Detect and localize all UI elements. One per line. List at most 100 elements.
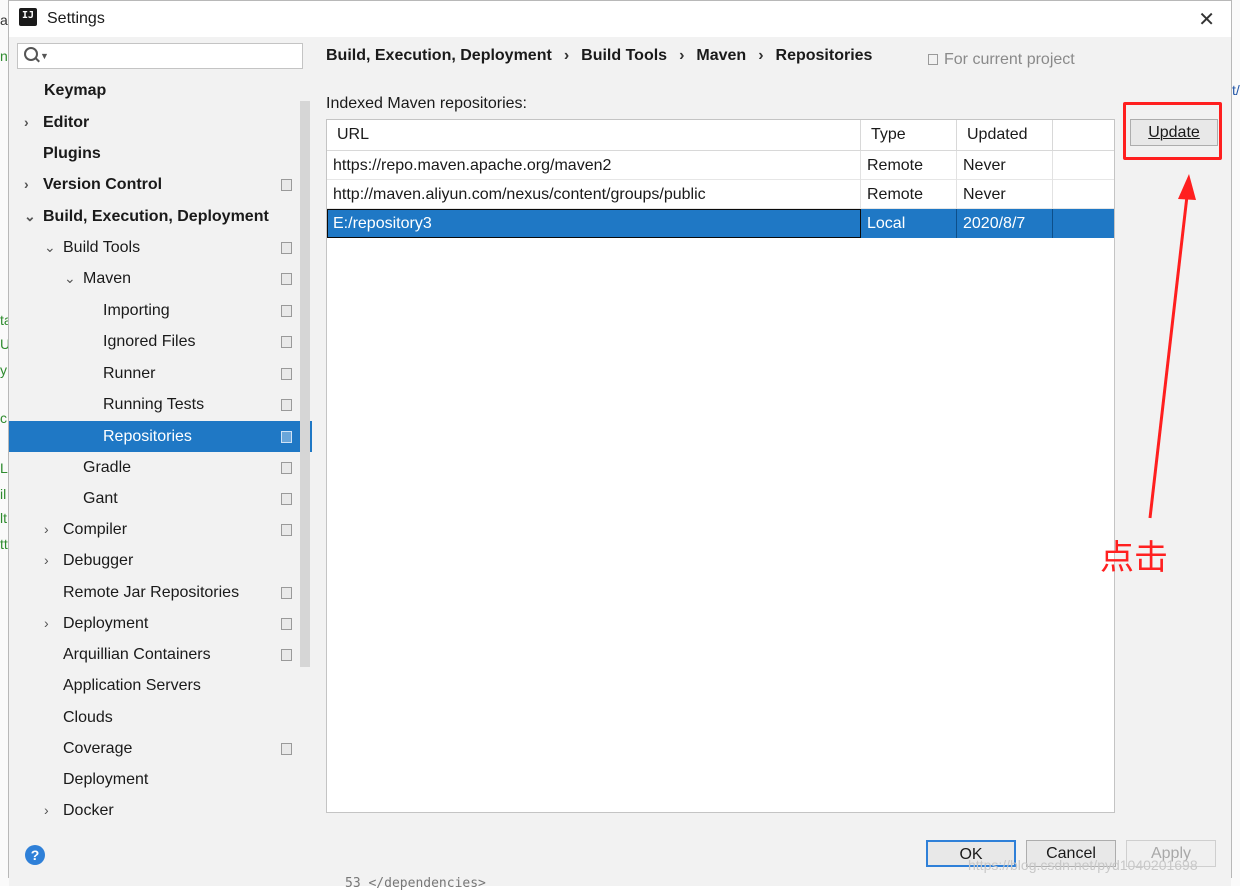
column-header-type[interactable]: Type — [861, 120, 957, 150]
sidebar-item-label: Ignored Files — [103, 333, 196, 350]
breadcrumb-item: Build Tools — [581, 47, 668, 64]
sidebar-item-label: Version Control — [43, 176, 163, 193]
table-row[interactable]: http://maven.aliyun.com/nexus/content/gr… — [327, 180, 1114, 209]
project-scope-icon — [278, 239, 292, 254]
chevron-right-icon[interactable]: › — [44, 608, 49, 639]
sidebar-item-label: Docker — [63, 802, 114, 819]
sidebar-item-label: Maven — [83, 270, 132, 287]
sidebar-item-runner[interactable]: Runner — [9, 358, 312, 389]
sidebar-item-maven[interactable]: ⌄ Maven — [9, 263, 312, 294]
sidebar-scrollbar[interactable] — [300, 101, 310, 667]
sidebar-item-label: Running Tests — [103, 396, 205, 413]
search-field[interactable]: ▼ — [17, 43, 303, 69]
project-scope-icon — [278, 490, 292, 505]
search-history-icon[interactable]: ▼ — [40, 51, 49, 61]
sidebar-item-label: Clouds — [63, 709, 113, 726]
sidebar-item-keymap[interactable]: Keymap — [9, 75, 312, 106]
project-scope-icon — [278, 615, 292, 630]
project-scope-icon — [278, 584, 292, 599]
watermark: https://blog.csdn.net/pyd1040201698 — [968, 857, 1198, 873]
sidebar-item-repositories[interactable]: Repositories — [9, 421, 312, 452]
column-header-updated[interactable]: Updated — [957, 120, 1053, 150]
sidebar-item-label: Deployment — [63, 615, 149, 632]
sidebar-item-label: Plugins — [43, 145, 101, 162]
search-icon — [24, 47, 38, 61]
project-scope-icon — [278, 521, 292, 536]
sidebar-item-label: Build Tools — [63, 239, 141, 256]
sidebar-item-label: Build, Execution, Deployment — [43, 208, 269, 225]
sidebar-item-version-control[interactable]: › Version Control — [9, 169, 312, 200]
cell-url: E:/repository3 — [327, 209, 861, 238]
sidebar-item-label: Keymap — [44, 82, 107, 99]
sidebar-item-build-execution-deployment[interactable]: ⌄ Build, Execution, Deployment — [9, 201, 312, 232]
chevron-right-icon[interactable]: › — [44, 514, 49, 545]
scope-note-text: For current project — [944, 51, 1075, 68]
sidebar-item-compiler[interactable]: › Compiler — [9, 514, 312, 545]
sidebar-item-docker[interactable]: › Docker — [9, 795, 312, 826]
bg-fragment: t/ — [1232, 82, 1240, 98]
sidebar-item-importing[interactable]: Importing — [9, 295, 312, 326]
sidebar-item-build-tools[interactable]: ⌄ Build Tools — [9, 232, 312, 263]
window-title: Settings — [47, 10, 105, 27]
sidebar-item-gant[interactable]: Gant — [9, 483, 312, 514]
table-row-selected[interactable]: E:/repository3 Local 2020/8/7 — [327, 209, 1114, 238]
sidebar-item-label: Editor — [43, 114, 90, 131]
sidebar-item-debugger[interactable]: › Debugger — [9, 545, 312, 576]
project-scope-icon — [278, 270, 292, 285]
sidebar-item-running-tests[interactable]: Running Tests — [9, 389, 312, 420]
sidebar-item-label: Coverage — [63, 740, 133, 757]
sidebar-item-plugins[interactable]: Plugins — [9, 138, 312, 169]
cell-url: https://repo.maven.apache.org/maven2 — [327, 151, 861, 180]
breadcrumb-item: Repositories — [775, 47, 873, 64]
sidebar-item-remote-jar-repositories[interactable]: Remote Jar Repositories — [9, 577, 312, 608]
intellij-icon: IJ — [17, 6, 39, 28]
chevron-right-icon[interactable]: › — [24, 169, 29, 200]
bg-fragment: tt — [0, 536, 8, 552]
breadcrumb-item: Maven — [696, 47, 747, 64]
chevron-right-icon[interactable]: › — [24, 107, 29, 138]
breadcrumb-separator: › — [758, 47, 764, 64]
sidebar-item-label: Remote Jar Repositories — [63, 584, 240, 601]
project-scope-icon — [278, 428, 292, 443]
project-scope-icon — [278, 333, 292, 348]
sidebar-item-editor[interactable]: › Editor — [9, 107, 312, 138]
cell-type: Local — [861, 209, 957, 238]
sidebar-item-arquillian-containers[interactable]: Arquillian Containers — [9, 639, 312, 670]
sidebar-item-deployment-2[interactable]: Deployment — [9, 764, 312, 795]
close-icon[interactable]: ✕ — [1198, 7, 1215, 32]
cell-updated: Never — [957, 180, 1053, 209]
sidebar-item-label: Gradle — [83, 459, 132, 476]
chevron-down-icon[interactable]: ⌄ — [24, 201, 36, 232]
sidebar-item-deployment[interactable]: › Deployment — [9, 608, 312, 639]
help-icon[interactable]: ? — [25, 845, 45, 865]
chevron-right-icon[interactable]: › — [44, 795, 49, 826]
sidebar-item-label: Runner — [103, 365, 156, 382]
sidebar-item-label: Repositories — [103, 428, 192, 445]
sidebar-item-gradle[interactable]: Gradle — [9, 452, 312, 483]
bg-fragment: il — [0, 486, 7, 502]
project-scope-icon — [278, 646, 292, 661]
chevron-right-icon[interactable]: › — [44, 545, 49, 576]
sidebar-item-label: Deployment — [63, 771, 149, 788]
sidebar-item-label: Compiler — [63, 521, 128, 538]
project-scope-icon — [278, 176, 292, 191]
project-scope-icon — [928, 54, 938, 66]
project-scope-icon — [278, 740, 292, 755]
breadcrumb-item: Build, Execution, Deployment — [326, 47, 552, 64]
chevron-down-icon[interactable]: ⌄ — [64, 263, 76, 294]
project-scope-icon — [278, 365, 292, 380]
breadcrumb-separator: › — [679, 47, 685, 64]
annotation-highlight-box — [1123, 102, 1222, 160]
bg-fragment: lt — [0, 510, 7, 526]
chevron-down-icon[interactable]: ⌄ — [44, 232, 56, 263]
column-header-url[interactable]: URL — [327, 120, 861, 150]
sidebar-item-coverage[interactable]: Coverage — [9, 733, 312, 764]
table-row[interactable]: https://repo.maven.apache.org/maven2 Rem… — [327, 151, 1114, 180]
sidebar-item-ignored-files[interactable]: Ignored Files — [9, 326, 312, 357]
sidebar-item-application-servers[interactable]: Application Servers — [9, 670, 312, 701]
sidebar-item-clouds[interactable]: Clouds — [9, 702, 312, 733]
breadcrumb: Build, Execution, Deployment › Build Tools… — [326, 47, 872, 65]
search-input[interactable] — [52, 46, 296, 68]
repositories-table[interactable]: URL Type Updated https://repo.maven.apac… — [326, 119, 1115, 813]
breadcrumb-separator: › — [563, 47, 570, 64]
